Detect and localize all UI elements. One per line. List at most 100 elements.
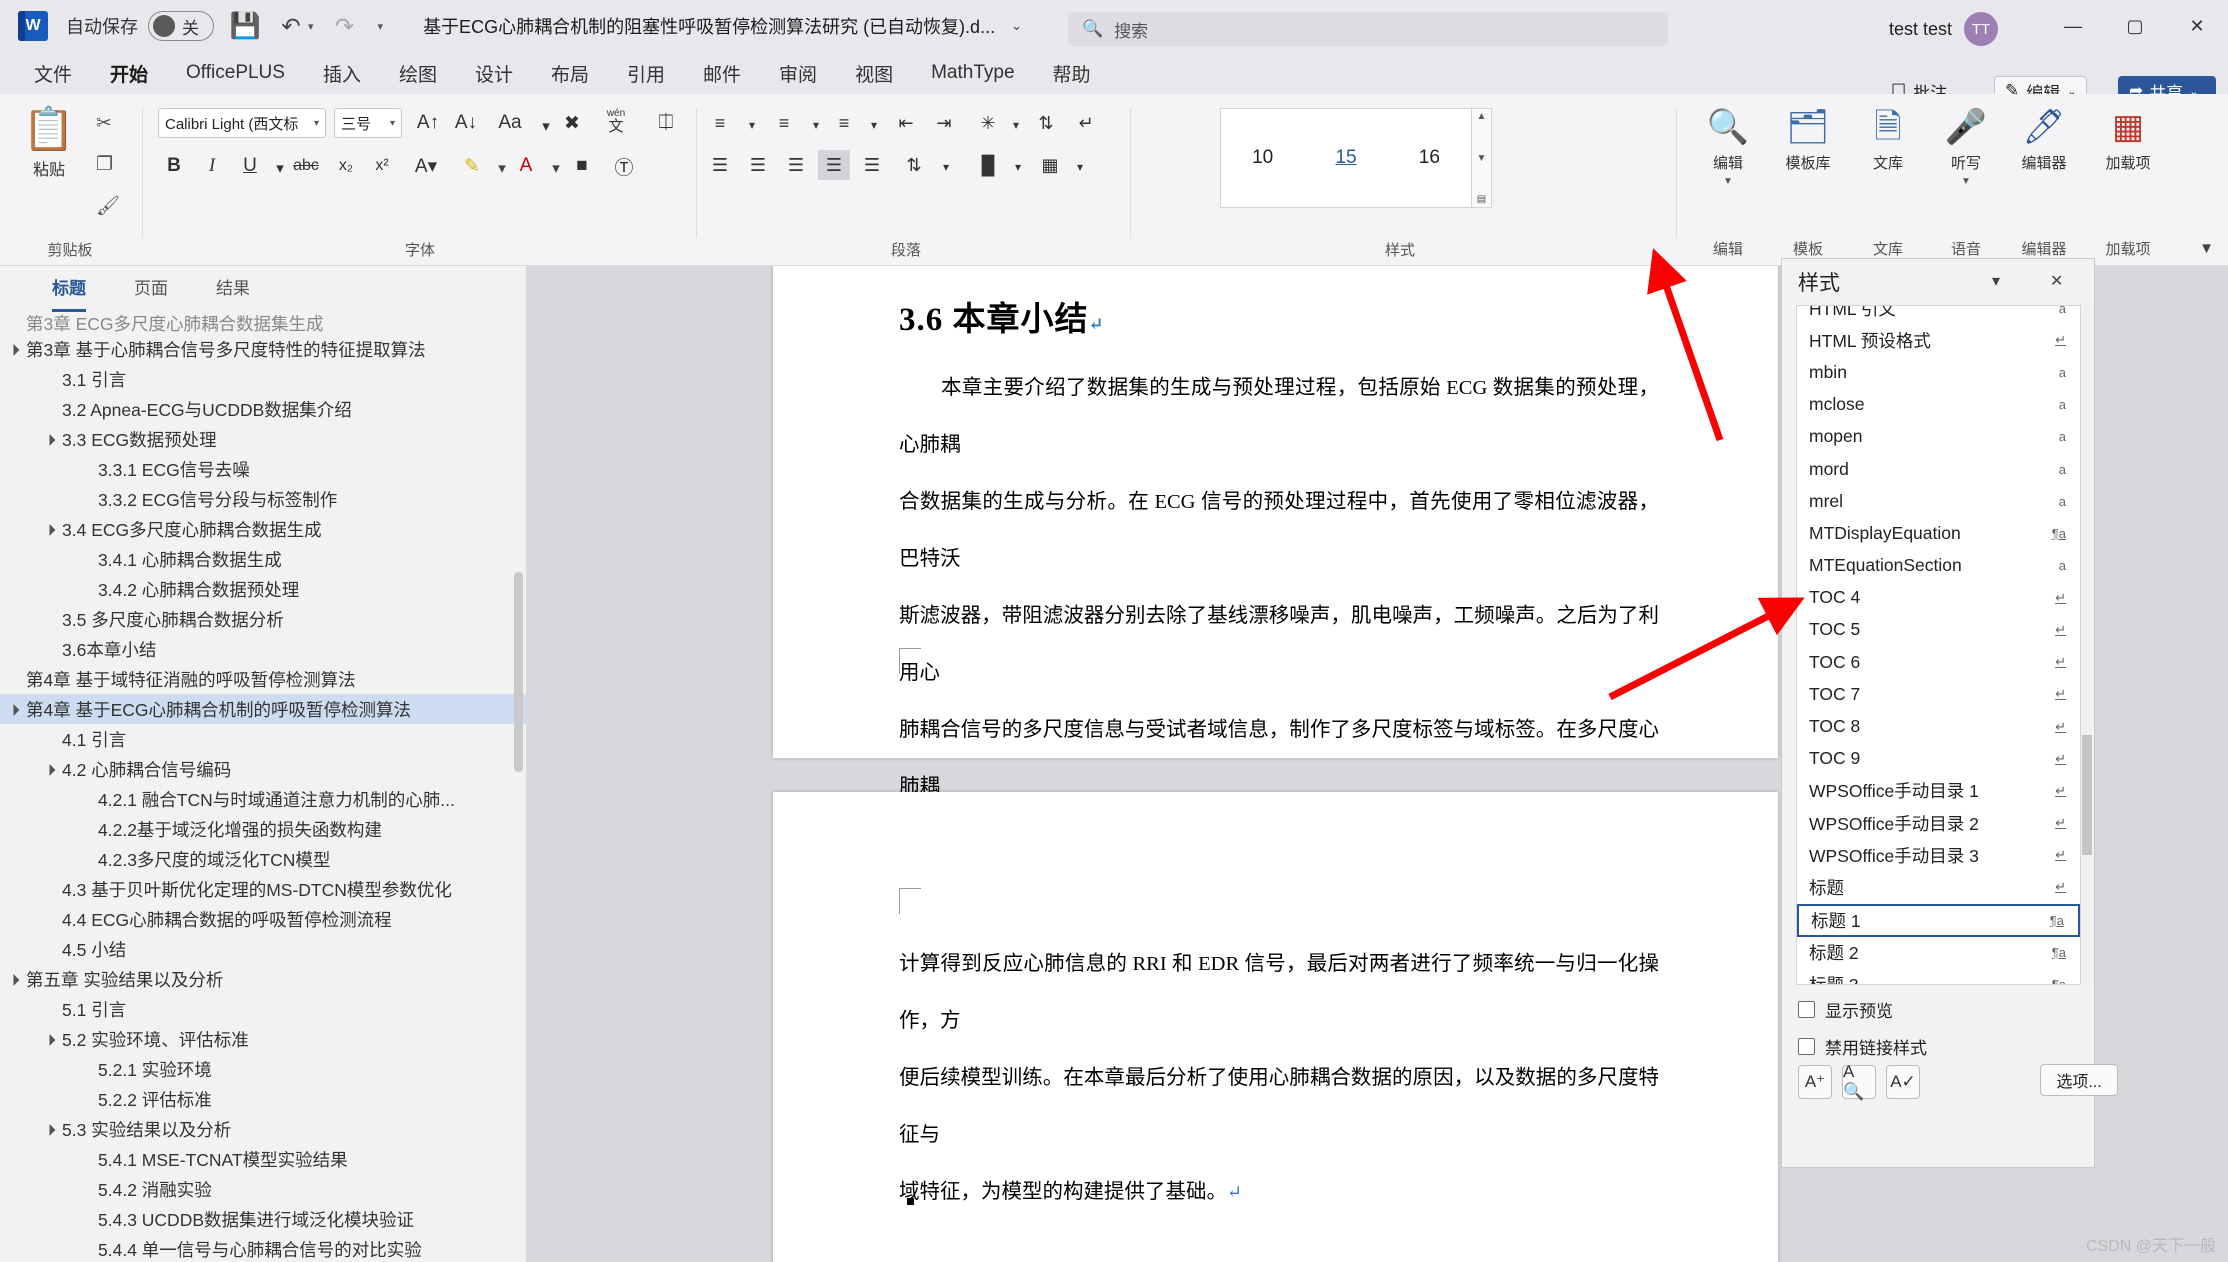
style-item[interactable]: 标题 2 ¶a — [1797, 937, 2080, 969]
customize-quick-access-icon[interactable]: ▾ — [378, 20, 384, 33]
styles-list-scrollbar[interactable] — [2082, 305, 2092, 985]
nav-item[interactable]: 3.4.2 心肺耦合数据预处理 — [0, 574, 526, 604]
multilevel-list-icon[interactable]: ≡ — [828, 108, 860, 138]
ribbon-tab-9[interactable]: 审阅 — [763, 56, 833, 91]
style-item[interactable]: WPSOffice手动目录 3 ↵ — [1797, 839, 2080, 871]
nav-item[interactable]: 5.1 引言 — [0, 994, 526, 1024]
ribbon-button-文库[interactable]: 🗎 文库 — [1850, 110, 1926, 173]
ribbon-tab-6[interactable]: 布局 — [535, 56, 605, 91]
style-item[interactable]: TOC 7 ↵ — [1797, 678, 2080, 710]
copy-icon[interactable]: ❐ — [96, 153, 120, 176]
nav-item[interactable]: ◢ 第3章 基于心肺耦合信号多尺度特性的特征提取算法 — [0, 334, 526, 364]
scissors-icon[interactable]: ✂ — [96, 112, 120, 135]
nav-item[interactable]: 4.2.3多尺度的域泛化TCN模型 — [0, 844, 526, 874]
phonetic-guide-icon[interactable]: wén 文 — [600, 105, 632, 137]
style-item[interactable]: mopen a — [1797, 421, 2080, 453]
font-name-combobox[interactable]: Calibri Light (西文标 ▾ — [158, 108, 326, 138]
ribbon-tab-5[interactable]: 设计 — [459, 56, 529, 91]
style-item[interactable]: TOC 4 ↵ — [1797, 582, 2080, 614]
nav-tab-结果[interactable]: 结果 — [216, 274, 250, 310]
user-account[interactable]: test test TT — [1889, 12, 1998, 46]
show-preview-checkbox[interactable]: 显示预览 — [1798, 997, 1893, 1022]
ribbon-tab-12[interactable]: 帮助 — [1037, 56, 1107, 91]
maximize-button[interactable]: ▢ — [2104, 0, 2166, 52]
expand-collapse-icon[interactable]: ◢ — [39, 759, 58, 778]
nav-item[interactable]: 3.5 多尺度心肺耦合数据分析 — [0, 604, 526, 634]
justify-icon[interactable]: ☰ — [818, 150, 850, 180]
navigation-scroll-thumb[interactable] — [514, 572, 523, 772]
line-spacing-icon[interactable]: ⇅ — [898, 150, 930, 180]
collapse-ribbon-icon[interactable]: ▼ — [2199, 240, 2214, 257]
style-item[interactable]: HTML 预设格式 ↵ — [1797, 324, 2080, 356]
chevron-down-icon[interactable]: ▼ — [1723, 176, 1733, 187]
italic-button[interactable]: I — [196, 150, 228, 182]
style-gallery-item-1[interactable]: 15 — [1304, 109, 1387, 207]
search-box[interactable]: 🔍 搜索 — [1068, 12, 1668, 46]
shrink-font-icon[interactable]: A↓ — [450, 107, 482, 139]
disable-linked-styles-checkbox[interactable]: 禁用链接样式 — [1798, 1034, 1927, 1059]
style-item[interactable]: MTDisplayEquation ¶a — [1797, 517, 2080, 549]
character-border-icon[interactable]: ⎅ — [650, 107, 682, 139]
close-icon[interactable]: ✕ — [2050, 271, 2063, 291]
navigation-heading-list[interactable]: 第3章 ECG多尺度心肺耦合数据集生成 ◢ 第3章 基于心肺耦合信号多尺度特性的特征… — [0, 310, 526, 1262]
autosave-toggle[interactable]: 关 — [148, 11, 214, 41]
scroll-down-icon[interactable]: ▼ — [1477, 153, 1487, 164]
style-gallery-item-2[interactable]: 16 — [1388, 109, 1471, 207]
nav-item[interactable]: 第4章 基于域特征消融的呼吸暂停检测算法 — [0, 664, 526, 694]
bullets-icon[interactable]: ≡ — [704, 108, 736, 138]
nav-item[interactable]: 5.2.2 评估标准 — [0, 1084, 526, 1114]
nav-tab-页面[interactable]: 页面 — [134, 274, 168, 310]
ribbon-button-编辑[interactable]: 🔍 编辑 ▼ — [1690, 110, 1766, 187]
nav-tab-标题[interactable]: 标题 — [52, 274, 86, 312]
manage-styles-icon[interactable]: A✓ — [1886, 1065, 1920, 1099]
ribbon-tab-2[interactable]: OfficePLUS — [170, 58, 301, 88]
expand-collapse-icon[interactable]: ◢ — [3, 699, 22, 718]
nav-item[interactable]: 4.3 基于贝叶斯优化定理的MS-DTCN模型参数优化 — [0, 874, 526, 904]
styles-more-icon[interactable]: ▤ — [1477, 194, 1486, 205]
ribbon-button-听写[interactable]: 🎤 听写 ▼ — [1928, 110, 2004, 187]
chevron-down-icon[interactable]: ▾ — [314, 118, 319, 129]
nav-item[interactable]: 4.1 引言 — [0, 724, 526, 754]
style-item[interactable]: TOC 6 ↵ — [1797, 646, 2080, 678]
superscript-button[interactable]: x² — [366, 150, 398, 182]
style-item[interactable]: 标题 1 ¶a — [1797, 903, 2080, 937]
style-item[interactable]: WPSOffice手动目录 2 ↵ — [1797, 807, 2080, 839]
nav-item[interactable]: 第3章 ECG多尺度心肺耦合数据集生成 — [0, 312, 526, 334]
navigation-scrollbar[interactable] — [514, 312, 523, 1252]
redo-icon[interactable]: ↷ — [330, 11, 360, 41]
borders-icon[interactable]: ▦ — [1034, 150, 1066, 180]
asian-layout-chevron-icon[interactable]: ▾ — [1000, 110, 1032, 140]
character-shading-icon[interactable]: ■ — [566, 150, 598, 182]
nav-item[interactable]: 4.4 ECG心肺耦合数据的呼吸暂停检测流程 — [0, 904, 526, 934]
paste-button[interactable]: 📋 粘贴 — [18, 108, 80, 180]
style-item[interactable]: TOC 9 ↵ — [1797, 743, 2080, 775]
text-effects-icon[interactable]: A▾ — [410, 150, 442, 182]
expand-collapse-icon[interactable]: ◢ — [39, 519, 58, 538]
style-inspector-icon[interactable]: A🔍 — [1842, 1062, 1876, 1101]
style-item[interactable]: TOC 8 ↵ — [1797, 710, 2080, 742]
enclose-character-icon[interactable]: Ⓣ — [608, 150, 640, 182]
nav-item[interactable]: 3.3.1 ECG信号去噪 — [0, 454, 526, 484]
chevron-down-icon[interactable]: ▼ — [1961, 176, 1971, 187]
ribbon-tab-11[interactable]: MathType — [915, 58, 1030, 88]
style-item[interactable]: 标题 3 ¶a — [1797, 969, 2080, 984]
nav-item[interactable]: 3.6本章小结 — [0, 634, 526, 664]
clear-formatting-icon[interactable]: ✖ — [556, 107, 588, 139]
ribbon-tab-4[interactable]: 绘图 — [383, 56, 453, 91]
ribbon-button-模板库[interactable]: 🗂 模板库 — [1770, 110, 1846, 173]
minimize-button[interactable]: — — [2042, 0, 2104, 52]
sort-icon[interactable]: ⇅ — [1030, 108, 1062, 138]
chevron-down-icon[interactable]: ▾ — [1992, 271, 2000, 291]
shading-icon[interactable]: █ — [972, 150, 1004, 180]
font-size-combobox[interactable]: 三号 ▾ — [334, 108, 402, 138]
ribbon-tab-10[interactable]: 视图 — [839, 56, 909, 91]
ribbon-tab-1[interactable]: 开始 — [94, 56, 164, 97]
style-item[interactable]: mord a — [1797, 453, 2080, 485]
ribbon-button-编辑器[interactable]: 🖊 编辑器 — [2006, 110, 2082, 173]
nav-item[interactable]: 5.4.3 UCDDB数据集进行域泛化模块验证 — [0, 1204, 526, 1234]
expand-collapse-icon[interactable]: ◢ — [39, 1119, 58, 1138]
undo-dropdown-icon[interactable]: ▾ — [308, 20, 314, 33]
style-gallery-item-0[interactable]: 10 — [1221, 109, 1304, 207]
chevron-down-icon[interactable]: ▾ — [390, 118, 395, 129]
shading-chevron-icon[interactable]: ▾ — [1002, 152, 1034, 182]
